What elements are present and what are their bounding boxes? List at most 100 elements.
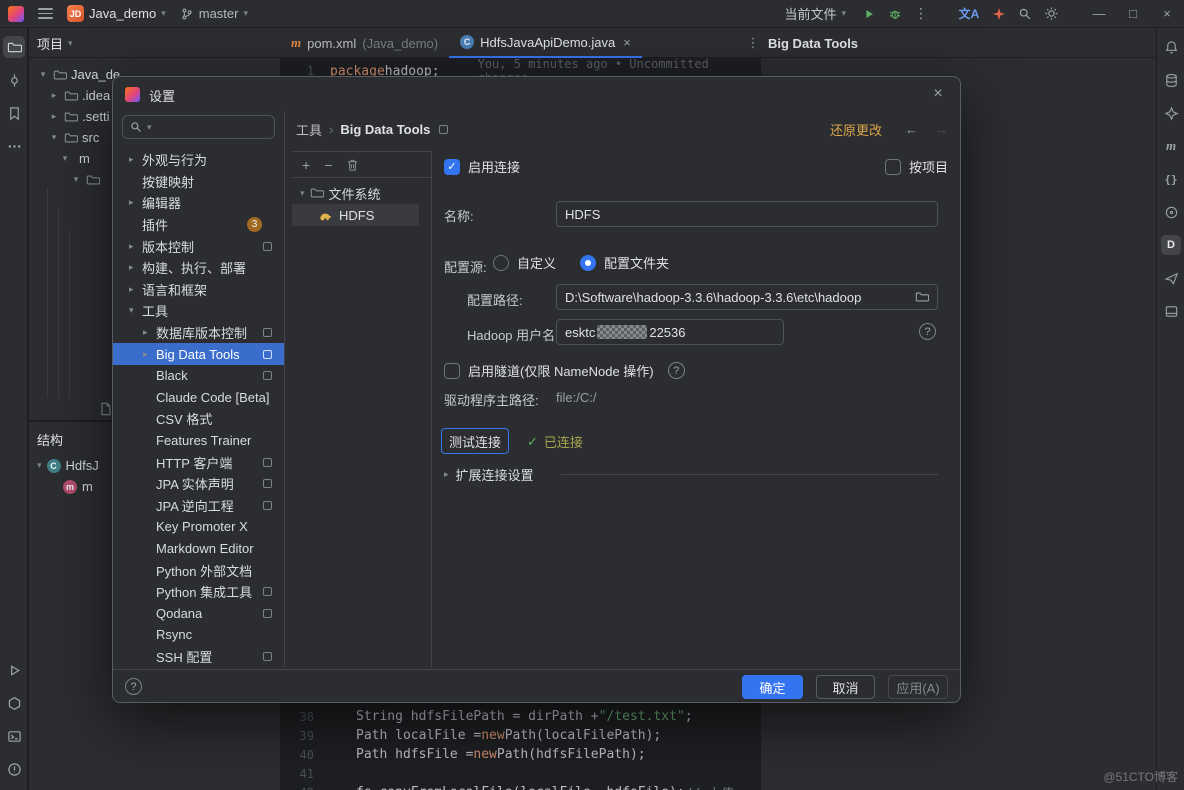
connection-group-file-systems[interactable]: ▾ 文件系统 <box>292 182 431 204</box>
config-path-input[interactable]: D:\Software\hadoop-3.3.6\hadoop-3.3.6\et… <box>556 284 938 310</box>
settings-tree-item[interactable]: Markdown Editor <box>113 538 284 560</box>
help-icon[interactable]: ? <box>919 323 936 340</box>
settings-tree-item[interactable]: ▸ 语言和框架 <box>113 279 284 301</box>
structure-class-item[interactable]: ▾ C HdfsJ <box>37 458 99 473</box>
custom-radio[interactable] <box>493 255 509 271</box>
settings-tree-item[interactable]: ▸ 版本控制 <box>113 235 284 257</box>
structure-method-item[interactable]: m m <box>63 479 93 494</box>
cancel-button[interactable]: 取消 <box>816 675 875 699</box>
config-folder-radio[interactable] <box>580 255 596 271</box>
settings-tree-item[interactable]: Features Trainer <box>113 430 284 452</box>
main-menu-icon[interactable] <box>38 8 53 19</box>
folder-icon <box>310 186 324 200</box>
delete-icon[interactable] <box>346 158 359 172</box>
ok-button[interactable]: 确定 <box>742 675 803 699</box>
back-icon[interactable]: ← <box>905 122 918 137</box>
settings-tree-item[interactable]: Python 外部文档 <box>113 559 284 581</box>
breadcrumb-root[interactable]: 工具 <box>296 120 322 139</box>
more-tools-icon[interactable] <box>3 135 25 157</box>
settings-tree-item[interactable]: Black <box>113 365 284 387</box>
debug-icon[interactable] <box>882 1 908 27</box>
close-button[interactable]: × <box>1150 0 1184 28</box>
project-tool-icon[interactable] <box>3 36 25 58</box>
settings-tree-item[interactable]: 插件 3 <box>113 214 284 236</box>
layout-tool-icon[interactable] <box>1160 300 1182 322</box>
settings-tree-item[interactable]: CSV 格式 <box>113 408 284 430</box>
maven-file-icon: m <box>291 35 301 51</box>
commit-tool-icon[interactable] <box>3 69 25 91</box>
settings-gear-icon[interactable] <box>1038 1 1064 27</box>
settings-tree-item[interactable]: 按键映射 <box>113 171 284 193</box>
settings-tree-item[interactable]: Rsync <box>113 624 284 646</box>
settings-tree-item[interactable]: Claude Code [Beta] <box>113 387 284 409</box>
settings-tree-item[interactable]: HTTP 客户端 <box>113 451 284 473</box>
browse-folder-icon[interactable] <box>915 290 929 304</box>
settings-tree-item[interactable]: ▸ 数据库版本控制 <box>113 322 284 344</box>
notifications-icon[interactable] <box>1160 36 1182 58</box>
item-label: Big Data Tools <box>156 347 240 362</box>
settings-tree-item[interactable]: ▸ 构建、执行、部署 <box>113 257 284 279</box>
connection-item-hdfs[interactable]: HDFS <box>292 204 419 226</box>
publish-tool-icon[interactable] <box>1160 267 1182 289</box>
item-label: Claude Code [Beta] <box>156 390 269 405</box>
run-configuration-selector[interactable]: 当前文件 ▾ <box>784 4 846 23</box>
structure-braces-icon[interactable]: {} <box>1160 168 1182 190</box>
config-source-radios: 自定义 配置文件夹 <box>493 253 669 272</box>
enable-connection-checkbox[interactable]: ✓ <box>444 159 460 175</box>
code-line[interactable]: 39 Path localFile = new Path(localFilePa… <box>280 726 760 745</box>
hadoop-elephant-icon <box>318 208 333 223</box>
settings-tree-item[interactable]: JPA 实体声明 <box>113 473 284 495</box>
forward-icon[interactable]: → <box>935 122 948 137</box>
revert-changes-link[interactable]: 还原更改 <box>830 120 882 139</box>
search-icon[interactable] <box>1012 1 1038 27</box>
minimize-button[interactable]: — <box>1082 0 1116 28</box>
services-tool-icon[interactable] <box>3 692 25 714</box>
problems-tool-icon[interactable] <box>3 758 25 780</box>
tabs-more-icon[interactable]: ⋮ <box>741 28 765 58</box>
enable-tunnel-checkbox[interactable] <box>444 363 460 379</box>
settings-tree-item[interactable]: JPA 逆向工程 <box>113 495 284 517</box>
settings-search-input[interactable]: ▾ <box>122 115 275 139</box>
code-line[interactable]: 42 fs.copyFromLocalFile(localFile, hdfsF… <box>280 783 760 790</box>
code-line[interactable]: 38 String hdfsFilePath = dirPath + "/tes… <box>280 707 760 726</box>
add-connection-icon[interactable]: + <box>302 157 310 173</box>
per-project-checkbox[interactable] <box>885 159 901 175</box>
settings-tree-item[interactable]: Key Promoter X <box>113 516 284 538</box>
project-tree-item[interactable]: ▾ m <box>29 148 71 169</box>
tab-pom-xml[interactable]: m pom.xml (Java_demo) <box>280 28 449 58</box>
ai-spark-icon[interactable] <box>986 1 1012 27</box>
settings-tree-item[interactable]: ▸ 外观与行为 <box>113 149 284 171</box>
more-icon[interactable]: ⋮ <box>908 1 934 27</box>
settings-tree-item[interactable]: ▾ 工具 <box>113 300 284 322</box>
settings-tree-item[interactable]: Python 集成工具 <box>113 581 284 603</box>
translate-icon[interactable]: 文A <box>952 1 986 27</box>
hadoop-user-input[interactable]: esktc 22536 <box>556 319 784 345</box>
settings-tree-item[interactable]: ▸ Big Data Tools <box>113 343 284 365</box>
branch-selector[interactable]: master ▾ <box>180 6 248 21</box>
test-connection-button[interactable]: 测试连接 <box>441 428 509 454</box>
terminal-tool-icon[interactable] <box>3 725 25 747</box>
advanced-settings-toggle[interactable]: ▸ 扩展连接设置 <box>444 465 534 484</box>
help-icon[interactable]: ? <box>668 362 685 379</box>
tab-hdfsjavaapidemo[interactable]: C HdfsJavaApiDemo.java × <box>449 28 642 58</box>
project-selector[interactable]: JD Java_demo ▾ <box>67 5 166 22</box>
dialog-help-icon[interactable]: ? <box>125 678 142 695</box>
run-icon[interactable] <box>856 1 882 27</box>
settings-tree-item[interactable]: SSH 配置 <box>113 646 284 668</box>
ai-assistant-icon[interactable] <box>1160 102 1182 124</box>
name-input[interactable]: HDFS <box>556 201 938 227</box>
settings-tree-item[interactable]: ▸ 编辑器 <box>113 192 284 214</box>
settings-tree-item[interactable]: Qodana <box>113 602 284 624</box>
bookmarks-tool-icon[interactable] <box>3 102 25 124</box>
maximize-button[interactable]: □ <box>1116 0 1150 28</box>
tab-close-icon[interactable]: × <box>623 35 631 50</box>
run-tool-icon[interactable] <box>3 659 25 681</box>
maven-tool-icon[interactable]: m <box>1160 135 1182 157</box>
gradle-tool-icon[interactable] <box>1160 201 1182 223</box>
big-data-tools-icon[interactable]: D <box>1160 234 1182 256</box>
remove-connection-icon[interactable]: − <box>324 157 332 173</box>
dialog-close-icon[interactable]: × <box>926 82 950 106</box>
project-panel-header[interactable]: 项目 ▾ <box>37 28 73 58</box>
code-line[interactable]: 41 <box>280 764 760 783</box>
code-line[interactable]: 40 Path hdfsFile = new Path(hdfsFilePath… <box>280 745 760 764</box>
